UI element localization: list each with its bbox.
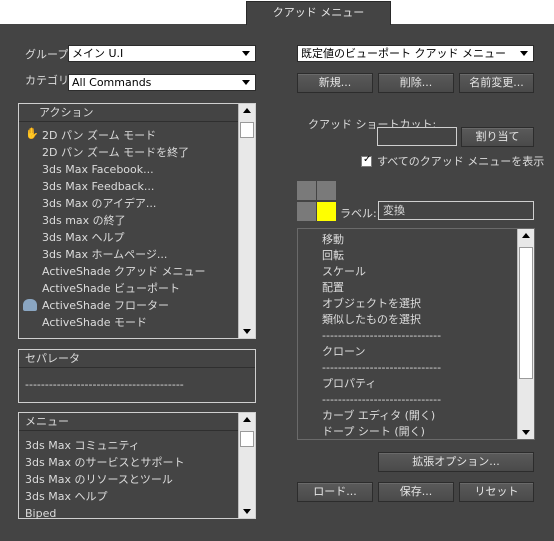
rename-button[interactable]: 名前変更... (459, 73, 534, 93)
menu-list-item[interactable]: 3ds Max ヘルプ (25, 488, 107, 505)
quad-bottom-left[interactable] (297, 202, 316, 221)
show-all-label: すべてのクアッド メニューを表示 (377, 155, 545, 168)
separator-header: セパレータ (19, 350, 255, 368)
category-select-value: All Commands (72, 76, 152, 89)
quad-menu-item[interactable]: スケール (322, 263, 366, 280)
actions-panel: アクション 2D パン ズーム モード 2D パン ズーム モードを終了 3ds M… (18, 103, 256, 339)
category-select[interactable]: All Commands (68, 74, 256, 91)
separator-item[interactable]: ---------------------------------------- (25, 376, 184, 393)
chevron-down-icon (517, 46, 531, 61)
quad-items-panel: 移動 回転 スケール 配置 オブジェクトを選択 類似したものを選択 ------------… (297, 228, 535, 440)
quad-menu-item[interactable]: 回転 (322, 247, 344, 264)
reset-button[interactable]: リセット (459, 482, 534, 502)
menus-scrollbar[interactable] (238, 413, 255, 518)
quad-menu-item[interactable]: ドープ シート (開く) (322, 423, 425, 440)
action-list-item[interactable]: 3ds Max Facebook... (42, 161, 154, 178)
quad-menu-item[interactable]: オブジェクトを選択 (322, 295, 421, 312)
action-list-item[interactable]: ActiveShade クアッド メニュー (42, 263, 205, 280)
group-label: グループ: (25, 48, 73, 61)
scroll-thumb[interactable] (240, 122, 254, 138)
action-list-item[interactable]: 3ds Max Feedback... (42, 178, 154, 195)
quad-bottom-right-selected[interactable] (317, 202, 336, 221)
quad-menu-select[interactable]: 既定値のビューポート クアッド メニュー (297, 45, 534, 62)
scroll-down-icon[interactable] (239, 324, 255, 338)
scroll-up-icon[interactable] (239, 413, 255, 427)
scroll-up-icon[interactable] (518, 229, 534, 243)
quad-menu-item[interactable]: 配置 (322, 279, 344, 296)
hand-pan-icon: ✋ (25, 127, 39, 140)
menus-header: メニュー (19, 413, 238, 431)
action-list-item[interactable]: 2D パン ズーム モード (42, 127, 156, 144)
save-button[interactable]: 保存... (378, 482, 454, 502)
chevron-down-icon (239, 46, 253, 61)
load-button[interactable]: ロード... (297, 482, 373, 502)
scroll-thumb[interactable] (240, 431, 254, 447)
action-list-item[interactable]: 3ds Max のアイデア... (42, 195, 156, 212)
action-list-item[interactable]: 2D パン ズーム モードを終了 (42, 144, 189, 161)
advanced-options-button[interactable]: 拡張オプション... (378, 452, 534, 472)
quad-menu-item[interactable]: ------------------------------ (322, 327, 441, 344)
action-list-item[interactable]: ActiveShade フローター (42, 297, 169, 314)
quad-menu-item[interactable]: プロパティ (322, 375, 376, 392)
actions-scrollbar[interactable] (238, 104, 255, 338)
actions-header[interactable]: アクション (19, 104, 238, 122)
quad-label-label: ラベル: (340, 207, 377, 220)
menu-list-item[interactable]: 3ds Max のリソースとツール (25, 471, 173, 488)
quad-top-right[interactable] (317, 181, 336, 200)
menus-panel: メニュー 3ds Max コミュニティ 3ds Max のサービスとサポート 3ds… (18, 412, 256, 522)
group-select[interactable]: メイン U.I (68, 45, 256, 62)
quad-menu-item[interactable]: ------------------------------ (322, 359, 441, 376)
delete-button[interactable]: 削除... (378, 73, 454, 93)
activeshade-floater-icon (23, 299, 37, 311)
quad-items-scrollbar[interactable] (517, 229, 534, 439)
action-list-item[interactable]: ActiveShade ビューポート (42, 280, 180, 297)
separator-panel: セパレータ ----------------------------------… (18, 349, 256, 403)
quad-top-left[interactable] (297, 181, 316, 200)
menu-list-item[interactable]: 3ds Max コミュニティ (25, 437, 140, 454)
assign-button[interactable]: 割り当て (461, 127, 534, 147)
quad-menu-item[interactable]: ------------------------------ (322, 391, 441, 408)
new-button[interactable]: 新規... (297, 73, 373, 93)
action-list-item[interactable]: 3ds max の終了 (42, 212, 126, 229)
group-select-value: メイン U.I (72, 47, 124, 60)
quad-menu-item[interactable]: クローン (322, 343, 365, 360)
action-list-item[interactable]: ActiveShade モード (42, 314, 147, 331)
quad-label-input[interactable]: 変換 (378, 201, 534, 220)
quad-menu-select-value: 既定値のビューポート クアッド メニュー (301, 47, 506, 60)
tab-quad-menu[interactable]: クアッド メニュー (246, 1, 391, 25)
scroll-thumb[interactable] (519, 247, 533, 379)
quad-menu-item[interactable]: 類似したものを選択 (322, 311, 421, 328)
chevron-down-icon (239, 75, 253, 90)
menu-list-item[interactable]: Biped (25, 505, 56, 522)
category-label: カテゴリ: (25, 74, 73, 87)
quad-menu-item[interactable]: カーブ エディタ (開く) (322, 407, 435, 424)
shortcut-input[interactable] (377, 127, 457, 146)
quad-menu-item[interactable]: 移動 (322, 231, 344, 248)
menu-list-item[interactable]: 3ds Max のサービスとサポート (25, 454, 184, 471)
scroll-up-icon[interactable] (239, 104, 255, 118)
scroll-down-icon[interactable] (239, 504, 255, 518)
scroll-down-icon[interactable] (518, 425, 534, 439)
action-list-item[interactable]: 3ds Max ホームページ... (42, 246, 167, 263)
action-list-item[interactable]: 3ds Max ヘルプ (42, 229, 124, 246)
show-all-checkbox[interactable] (361, 154, 372, 167)
